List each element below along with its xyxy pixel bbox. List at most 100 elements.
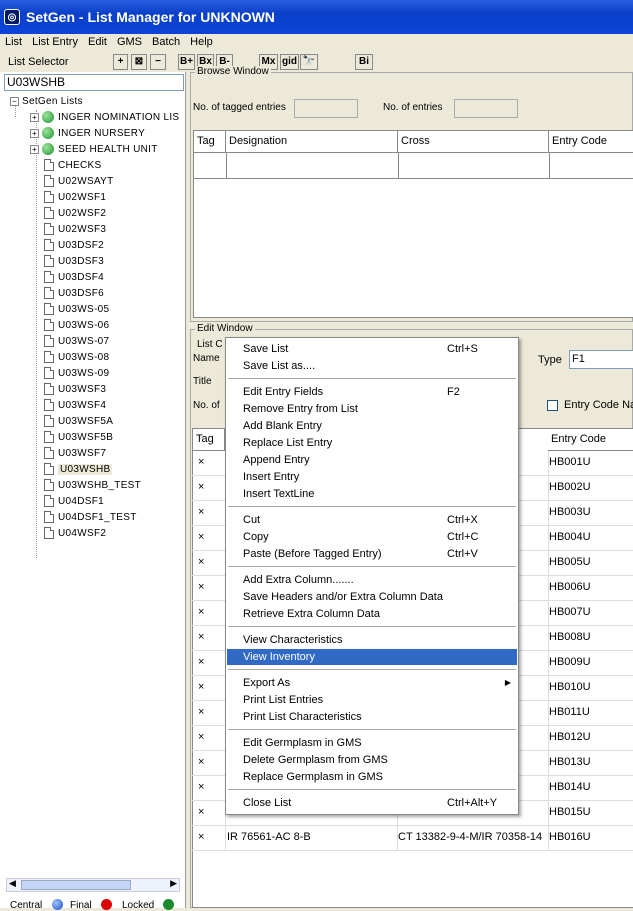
binoculars-icon[interactable]: 🔭 [300, 54, 318, 70]
edit-col-entry-code[interactable]: Entry Code [548, 429, 633, 451]
menu-item-print-list-entries[interactable]: Print List Entries [227, 692, 517, 708]
tree-node-label: U02WSAYT [58, 176, 114, 187]
cell-tag: × [198, 556, 205, 568]
menu-item-replace-germplasm-in-gms[interactable]: Replace Germplasm in GMS [227, 769, 517, 785]
cell-code: HB010U [549, 681, 591, 693]
tree-list-item[interactable]: U03DSF4 [44, 270, 104, 286]
delete-list-button[interactable]: ⊠ [131, 54, 147, 70]
tree-list-item[interactable]: CHECKS [44, 158, 101, 174]
tree-list-item[interactable]: U03WSF4 [44, 398, 106, 414]
tree-list-item[interactable]: U02WSF1 [44, 190, 106, 206]
gid-button[interactable]: gid [280, 54, 299, 70]
browse-grid[interactable]: Tag Designation Cross Entry Code [193, 130, 633, 318]
list-characteristics-label: List C [197, 339, 223, 350]
tree-list-item[interactable]: U03WSF5B [44, 430, 113, 446]
menu-item-label: Save Headers and/or Extra Column Data [243, 591, 443, 603]
menu-item-insert-textline[interactable]: Insert TextLine [227, 486, 517, 502]
type-field[interactable]: F1 [569, 350, 633, 369]
menu-item-save-headers-and-or-extra-column-data[interactable]: Save Headers and/or Extra Column Data [227, 589, 517, 605]
menu-item-cut[interactable]: Cut Ctrl+X [227, 512, 517, 528]
table-row[interactable]: × IR 76561-AC 8-B CT 13382-9-4-M/IR 70358-… [192, 826, 633, 851]
expand-icon[interactable]: + [30, 144, 39, 154]
col-tag[interactable]: Tag [194, 131, 226, 153]
menu-item-view-characteristics[interactable]: View Characteristics [227, 632, 517, 648]
tree-list-item[interactable]: U02WSF3 [44, 222, 106, 238]
tree-list-item[interactable]: U03WS-05 [44, 302, 109, 318]
menu-item-print-list-characteristics[interactable]: Print List Characteristics [227, 709, 517, 725]
tree-list-item[interactable]: U03WS-06 [44, 318, 109, 334]
tree-list-item[interactable]: U02WSAYT [44, 174, 114, 190]
scroll-right-icon[interactable]: ▶ [170, 878, 177, 889]
col-designation[interactable]: Designation [226, 131, 398, 153]
bi-button[interactable]: Bi [355, 54, 373, 70]
menu-list[interactable]: List [0, 34, 27, 50]
tree-folder[interactable]: + INGER NOMINATION LIS [30, 110, 179, 126]
tree-list-item[interactable]: U03WSHB_TEST [44, 478, 141, 494]
menu-item-add-extra-column[interactable]: Add Extra Column....... [227, 572, 517, 588]
tree-list-item[interactable]: U03WSF5A [44, 414, 113, 430]
collapse-icon[interactable]: − [10, 96, 19, 106]
remove-list-button[interactable]: − [150, 54, 166, 70]
expand-icon[interactable]: + [30, 112, 39, 122]
tree-list-item[interactable]: U04DSF1 [44, 494, 104, 510]
list-selector-input[interactable]: U03WSHB [4, 74, 184, 91]
b-plus-button[interactable]: B+ [178, 54, 195, 70]
globe-icon [42, 111, 54, 124]
menu-item-edit-germplasm-in-gms[interactable]: Edit Germplasm in GMS [227, 735, 517, 751]
menu-batch[interactable]: Batch [147, 34, 185, 50]
tree-node-label: U03WSHB_TEST [58, 480, 142, 491]
cell-cross: CT 13382-9-4-M/IR 70358-145- [398, 831, 542, 843]
list-icon [44, 479, 54, 492]
entry-code-check-label: Entry Code Na [564, 399, 633, 411]
tree-node-label: U03WS-05 [58, 304, 110, 315]
col-entry-code[interactable]: Entry Code [549, 131, 633, 153]
menu-gms[interactable]: GMS [112, 34, 147, 50]
menu-item-export-as[interactable]: Export As ▶ [227, 675, 517, 691]
tree-list-item[interactable]: U03WS-08 [44, 350, 109, 366]
menu-edit[interactable]: Edit [83, 34, 112, 50]
browse-window: Browse Window No. of tagged entries No. … [190, 66, 633, 322]
tree-root[interactable]: − SetGen Lists [10, 94, 83, 110]
cell-tag: × [198, 606, 205, 618]
menu-item-replace-list-entry[interactable]: Replace List Entry [227, 435, 517, 451]
tree-list-item[interactable]: U02WSF2 [44, 206, 106, 222]
menu-item-paste-before-tagged-entry[interactable]: Paste (Before Tagged Entry) Ctrl+V [227, 546, 517, 562]
tree-list-item[interactable]: U03WSF3 [44, 382, 106, 398]
tree-list-item[interactable]: U03DSF2 [44, 238, 104, 254]
horizontal-scrollbar[interactable]: ◀ ▶ [6, 878, 180, 892]
menu-item-append-entry[interactable]: Append Entry [227, 452, 517, 468]
menu-item-insert-entry[interactable]: Insert Entry [227, 469, 517, 485]
tree-list-item[interactable]: U03WSHB [44, 462, 113, 478]
menu-item-shortcut: Ctrl+Alt+Y [447, 797, 498, 809]
menu-item-view-inventory[interactable]: View Inventory [227, 649, 517, 665]
menu-item-close-list[interactable]: Close List Ctrl+Alt+Y [227, 795, 517, 811]
tree-list-item[interactable]: U03WS-09 [44, 366, 109, 382]
menu-item-edit-entry-fields[interactable]: Edit Entry Fields F2 [227, 384, 517, 400]
menu-item-add-blank-entry[interactable]: Add Blank Entry [227, 418, 517, 434]
tree-list-item[interactable]: U03WSF7 [44, 446, 106, 462]
menu-item-delete-germplasm-from-gms[interactable]: Delete Germplasm from GMS [227, 752, 517, 768]
col-cross[interactable]: Cross [398, 131, 549, 153]
add-list-button[interactable]: + [113, 54, 128, 70]
tree-folder[interactable]: + INGER NURSERY [30, 126, 145, 142]
menu-item-save-list[interactable]: Save List Ctrl+S [227, 341, 517, 357]
tree-list-item[interactable]: U03WS-07 [44, 334, 109, 350]
tree-list-item[interactable]: U03DSF3 [44, 254, 104, 270]
expand-icon[interactable]: + [30, 128, 39, 138]
menu-list-entry[interactable]: List Entry [27, 34, 83, 50]
menu-item-save-list-as[interactable]: Save List as.... [227, 358, 517, 374]
menu-item-shortcut: Ctrl+V [447, 548, 478, 560]
edit-col-tag[interactable]: Tag [193, 429, 225, 451]
tree-list-item[interactable]: U03DSF6 [44, 286, 104, 302]
entry-code-checkbox[interactable] [547, 400, 558, 411]
menu-item-remove-entry-from-list[interactable]: Remove Entry from List [227, 401, 517, 417]
window-title: SetGen - List Manager for UNKNOWN [26, 9, 275, 25]
menu-help[interactable]: Help [185, 34, 218, 50]
scroll-left-icon[interactable]: ◀ [9, 878, 16, 889]
tree-list-item[interactable]: U04WSF2 [44, 526, 106, 542]
cell-code: HB014U [549, 781, 591, 793]
tree-list-item[interactable]: U04DSF1_TEST [44, 510, 137, 526]
menu-item-retrieve-extra-column-data[interactable]: Retrieve Extra Column Data [227, 606, 517, 622]
menu-item-copy[interactable]: Copy Ctrl+C [227, 529, 517, 545]
tree-folder[interactable]: + SEED HEALTH UNIT [30, 142, 158, 158]
